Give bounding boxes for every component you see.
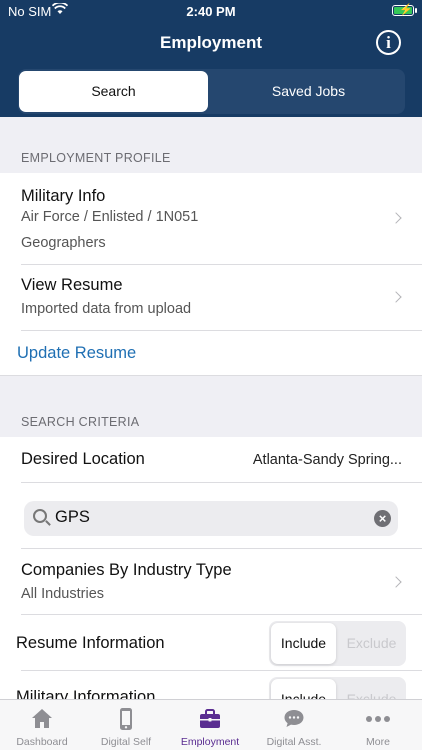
info-icon[interactable]: i [376, 30, 401, 55]
status-bar: No SIM 2:40 PM ⚡ [0, 0, 422, 22]
keyword-search-row: GPS × [0, 483, 422, 549]
chevron-right-icon [390, 212, 402, 224]
include-option[interactable]: Include [271, 623, 336, 664]
view-resume-title: View Resume [21, 276, 123, 294]
industry-type-value: All Industries [21, 586, 105, 602]
bottom-tab-bar: Dashboard Digital Self Employment Digita… [0, 699, 422, 750]
military-info-branch: Air Force / Enlisted / 1N051 [21, 209, 199, 225]
tab-label: Digital Asst. [266, 736, 322, 748]
search-input-value: GPS [55, 508, 90, 526]
briefcase-icon [168, 707, 252, 731]
desired-location-label: Desired Location [21, 450, 145, 468]
tab-label: Dashboard [16, 736, 68, 748]
military-info-title: Military Info [21, 187, 106, 205]
employment-profile-header: EMPLOYMENT PROFILE [21, 151, 171, 165]
update-resume-link[interactable]: Update Resume [17, 344, 136, 363]
resume-information-toggle: Include Exclude [269, 621, 406, 666]
industry-type-row[interactable]: Companies By Industry Type All Industrie… [0, 549, 422, 615]
exclude-option[interactable]: Exclude [339, 679, 404, 699]
military-information-row: Military Information Include Exclude [0, 671, 422, 699]
tab-employment[interactable]: Employment [168, 700, 252, 750]
desired-location-value: Atlanta-Sandy Spring... [252, 452, 402, 468]
tab-more[interactable]: More [336, 700, 420, 750]
more-dots-icon [336, 707, 420, 731]
tab-digital-self[interactable]: Digital Self [84, 700, 168, 750]
battery-icon: ⚡ [392, 4, 417, 16]
update-resume-row: Update Resume [0, 331, 422, 376]
include-option[interactable]: Include [271, 679, 336, 699]
tab-label: Digital Self [100, 736, 152, 748]
industry-type-title: Companies By Industry Type [21, 561, 232, 579]
page-title: Employment [159, 33, 263, 52]
tab-dashboard[interactable]: Dashboard [0, 700, 84, 750]
military-information-toggle: Include Exclude [269, 677, 406, 699]
search-icon [33, 509, 47, 523]
desired-location-row[interactable]: Desired Location Atlanta-Sandy Spring... [0, 437, 422, 483]
chevron-right-icon [390, 576, 402, 588]
home-icon [0, 707, 84, 731]
search-criteria-header: SEARCH CRITERIA [21, 415, 140, 429]
exclude-option[interactable]: Exclude [339, 623, 404, 664]
chat-bubble-icon [252, 707, 336, 731]
search-tabs-segmented-control: Search Saved Jobs [18, 69, 405, 114]
military-information-label: Military Information [16, 688, 156, 699]
view-resume-subtitle: Imported data from upload [21, 301, 192, 317]
tab-label: More [366, 736, 390, 748]
clear-icon[interactable]: × [374, 510, 391, 527]
view-resume-row[interactable]: View Resume Imported data from upload [0, 265, 422, 331]
status-time: 2:40 PM [186, 4, 236, 19]
military-info-occupation: Geographers [21, 235, 106, 251]
nav-header: No SIM 2:40 PM ⚡ Employment i Search Sav… [0, 0, 422, 117]
tab-search[interactable]: Search [19, 71, 208, 112]
resume-information-row: Resume Information Include Exclude [0, 615, 422, 671]
resume-information-label: Resume Information [16, 634, 165, 652]
phone-icon [84, 707, 168, 731]
tab-label: Employment [180, 736, 240, 748]
tab-saved-jobs[interactable]: Saved Jobs [214, 71, 403, 112]
chevron-right-icon [390, 291, 402, 303]
military-info-row[interactable]: Military Info Air Force / Enlisted / 1N0… [0, 173, 422, 265]
tab-digital-assistant[interactable]: Digital Asst. [252, 700, 336, 750]
search-input[interactable]: GPS × [24, 501, 398, 536]
